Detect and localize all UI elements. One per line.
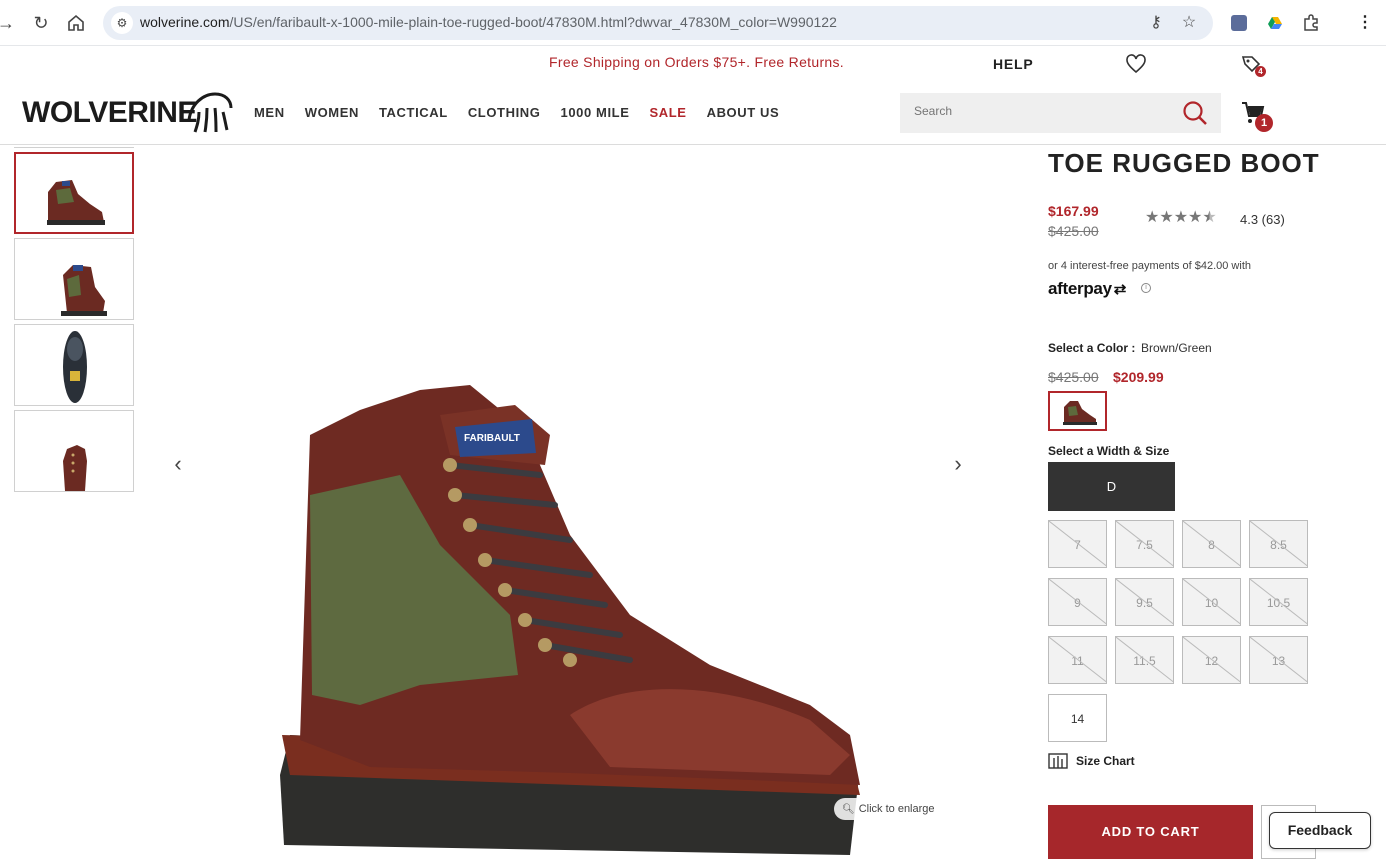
address-bar[interactable]: ⚙ wolverine.com/US/en/faribault-x-1000-m… xyxy=(103,6,1213,40)
rating-summary[interactable]: 4.3 (63) xyxy=(1240,212,1285,227)
add-to-cart-button[interactable]: ADD TO CART xyxy=(1048,805,1253,859)
afterpay-wordmark: afterpay xyxy=(1048,279,1112,298)
rating-stars[interactable]: ★ ★ ★ ★ ★ xyxy=(1145,210,1217,226)
orders-icon[interactable]: 4 xyxy=(1240,53,1266,77)
password-key-icon[interactable]: ⚷ xyxy=(1146,13,1166,33)
boot-front-image xyxy=(63,445,87,491)
boot-sole-image xyxy=(63,331,87,403)
nav-men[interactable]: MEN xyxy=(254,105,285,120)
swatch-boot-image xyxy=(1063,401,1097,425)
url-path: /US/en/faribault-x-1000-mile-plain-toe-r… xyxy=(229,14,837,30)
search-icon[interactable] xyxy=(1181,99,1209,127)
size-option-8-5[interactable]: 8.5 xyxy=(1249,520,1308,568)
nav-about-us[interactable]: ABOUT US xyxy=(707,105,780,120)
nav-clothing[interactable]: CLOTHING xyxy=(468,105,541,120)
size-option-9[interactable]: 9 xyxy=(1048,578,1107,626)
next-image-arrow-icon[interactable]: › xyxy=(948,453,968,475)
browser-toolbar: → ↻ ⚙ wolverine.com/US/en/faribault-x-10… xyxy=(0,0,1386,46)
feedback-button[interactable]: Feedback xyxy=(1269,812,1371,849)
previous-image-arrow-icon[interactable]: ‹ xyxy=(168,453,188,475)
color-swatch-brown-green[interactable] xyxy=(1048,391,1107,431)
size-option-11-5[interactable]: 11.5 xyxy=(1115,636,1174,684)
size-option-14[interactable]: 14 xyxy=(1048,694,1107,742)
star-icon: ★ xyxy=(1188,209,1203,226)
search-input[interactable] xyxy=(914,104,1164,118)
size-option-13[interactable]: 13 xyxy=(1249,636,1308,684)
main-product-image[interactable]: FARIBAULT xyxy=(270,375,870,859)
extension-puzzle-blue-icon[interactable] xyxy=(1228,12,1250,34)
orders-badge: 4 xyxy=(1255,66,1266,77)
wolverine-logo[interactable]: WOLVERINE xyxy=(22,90,234,134)
size-option-10[interactable]: 10 xyxy=(1182,578,1241,626)
nav-tactical[interactable]: TACTICAL xyxy=(379,105,448,120)
width-option-d[interactable]: D xyxy=(1048,462,1175,511)
size-option-10-5[interactable]: 10.5 xyxy=(1249,578,1308,626)
size-chart-label: Size Chart xyxy=(1076,754,1135,768)
size-label: Select a Width & Size xyxy=(1048,444,1170,458)
size-option-7-5[interactable]: 7.5 xyxy=(1115,520,1174,568)
search-box xyxy=(900,93,1221,133)
thumbnail-4[interactable] xyxy=(14,410,134,492)
thumbnail-1[interactable] xyxy=(14,152,134,234)
google-drive-icon[interactable] xyxy=(1264,12,1286,34)
wolverine-claw-icon xyxy=(187,92,233,133)
star-icon: ★ xyxy=(1173,209,1189,226)
size-option-8[interactable]: 8 xyxy=(1182,520,1241,568)
boot-side-view-image xyxy=(47,180,105,225)
afterpay-installments: or 4 interest-free payments of $42.00 wi… xyxy=(1048,260,1251,272)
wishlist-heart-icon[interactable] xyxy=(1125,53,1147,75)
nav-women[interactable]: WOMEN xyxy=(305,105,359,120)
thumbnail-2[interactable] xyxy=(14,238,134,320)
color-value: Brown/Green xyxy=(1141,341,1212,355)
original-price: $425.00 xyxy=(1048,223,1099,239)
size-option-11[interactable]: 11 xyxy=(1048,636,1107,684)
bookmark-star-icon[interactable]: ☆ xyxy=(1179,13,1199,33)
color-label: Select a Color : xyxy=(1048,341,1136,355)
enlarge-label: Click to enlarge xyxy=(858,803,935,815)
browser-menu-icon[interactable]: ⋮ xyxy=(1354,12,1376,34)
extensions-puzzle-icon[interactable] xyxy=(1300,12,1322,34)
afterpay-logo: afterpay ⇄ xyxy=(1048,279,1126,299)
sale-price: $167.99 xyxy=(1048,203,1099,219)
click-to-enlarge-hint[interactable]: 🔍︎ Click to enlarge xyxy=(834,798,943,820)
url-host: wolverine.com xyxy=(140,14,230,30)
star-icon: ★ xyxy=(1159,209,1174,226)
help-link[interactable]: HELP xyxy=(993,56,1034,72)
logo-wordmark: WOLVERINE xyxy=(22,96,197,129)
site-info-icon[interactable]: ⚙ xyxy=(111,12,133,34)
main-navigation: MEN WOMEN TACTICAL CLOTHING 1000 MILE SA… xyxy=(254,105,779,120)
thumbnail-3[interactable] xyxy=(14,324,134,406)
size-chart-icon xyxy=(1048,753,1068,769)
nav-1000-mile[interactable]: 1000 MILE xyxy=(561,105,630,120)
info-icon[interactable]: i xyxy=(1141,283,1151,293)
thumbnail-partial[interactable] xyxy=(14,144,134,148)
nav-sale[interactable]: SALE xyxy=(650,105,687,120)
cart-count-badge: 1 xyxy=(1255,114,1273,132)
star-icon: ★ xyxy=(1145,209,1160,226)
forward-icon[interactable]: → xyxy=(0,11,18,35)
promo-banner[interactable]: Free Shipping on Orders $75+. Free Retur… xyxy=(549,54,844,70)
cart-icon[interactable]: 1 xyxy=(1240,100,1273,132)
size-option-7[interactable]: 7 xyxy=(1048,520,1107,568)
reload-icon[interactable]: ↻ xyxy=(29,11,53,35)
header-divider xyxy=(0,144,1386,145)
magnifier-icon: 🔍︎ xyxy=(842,804,855,815)
afterpay-arrows-icon: ⇄ xyxy=(1113,281,1127,298)
home-icon[interactable] xyxy=(64,11,88,35)
color-original-price: $425.00 xyxy=(1048,369,1099,385)
color-sale-price: $209.99 xyxy=(1113,369,1164,385)
boot-rear-angle-image xyxy=(61,265,107,316)
size-chart-link[interactable]: Size Chart xyxy=(1048,753,1135,769)
half-star-icon: ★ xyxy=(1202,209,1217,226)
svg-text:FARIBAULT: FARIBAULT xyxy=(464,433,520,444)
size-option-12[interactable]: 12 xyxy=(1182,636,1241,684)
url-text[interactable]: wolverine.com/US/en/faribault-x-1000-mil… xyxy=(140,14,837,30)
product-title: TOE RUGGED BOOT xyxy=(1048,148,1320,178)
size-option-9-5[interactable]: 9.5 xyxy=(1115,578,1174,626)
size-value: 14 xyxy=(1070,712,1085,726)
